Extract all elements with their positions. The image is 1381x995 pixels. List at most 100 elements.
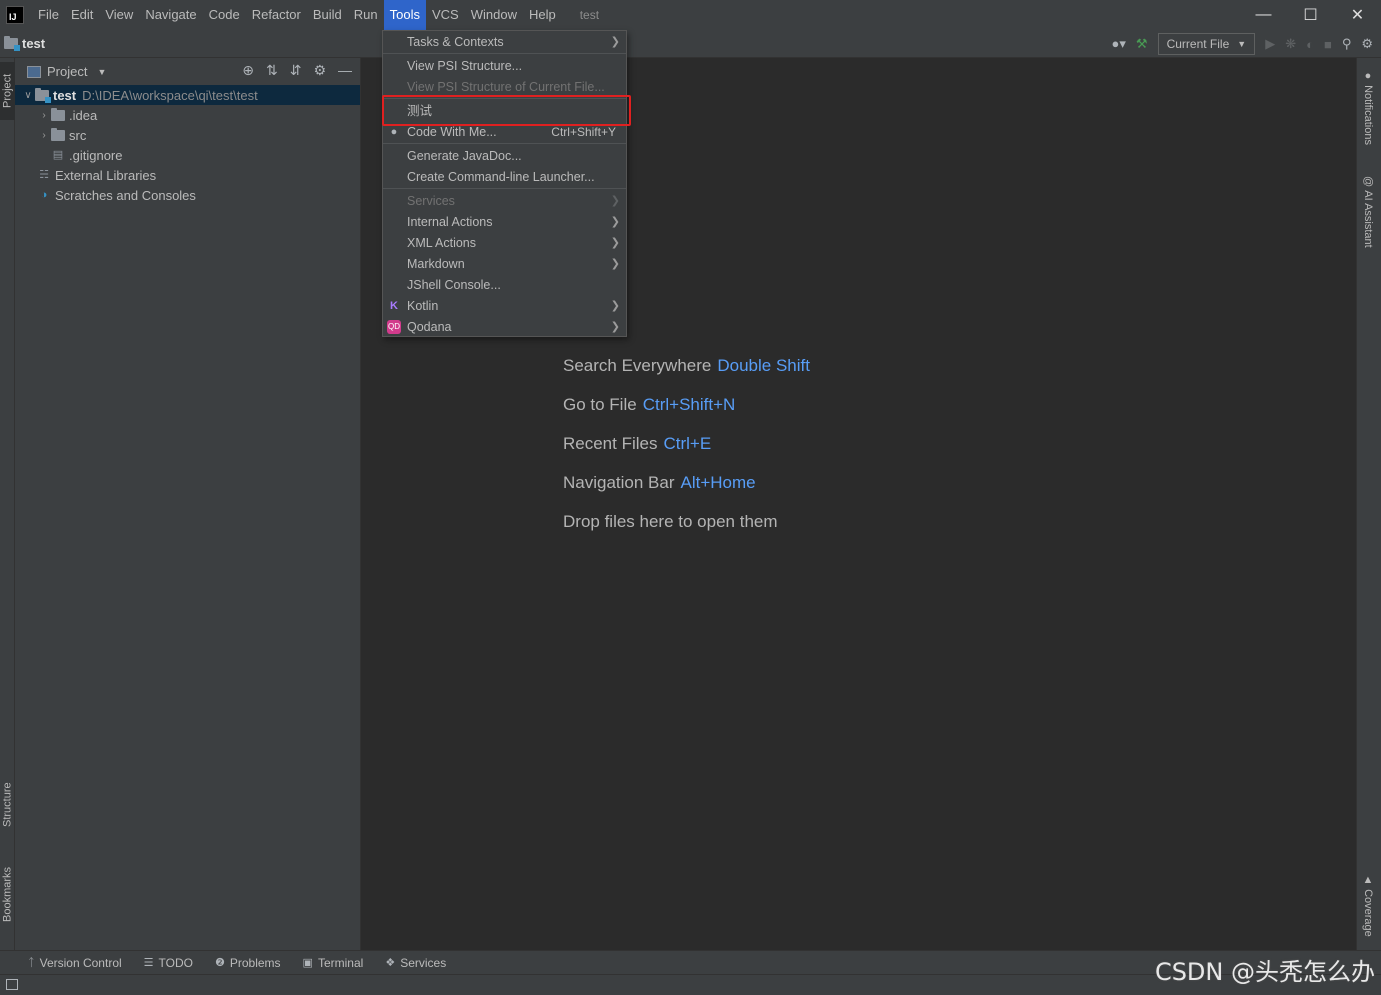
hint-navigation-bar: Navigation Bar Alt+Home xyxy=(563,473,756,493)
shield-icon: ▲ xyxy=(1362,874,1374,890)
chevron-right-icon[interactable]: › xyxy=(37,130,51,141)
tab-coverage-label: Coverage xyxy=(1362,889,1374,937)
breadcrumb-project[interactable]: test xyxy=(4,36,45,51)
menu-window[interactable]: Window xyxy=(465,0,523,30)
tab-bookmarks[interactable]: Bookmarks xyxy=(0,856,15,932)
chevron-right-icon: ❯ xyxy=(610,300,620,312)
close-icon[interactable]: ✕ xyxy=(1334,0,1381,30)
menu-separator xyxy=(383,188,626,189)
hint-label: Search Everywhere xyxy=(563,356,712,375)
minimize-icon[interactable]: — xyxy=(1240,0,1287,30)
menu-item-internal-actions[interactable]: Internal Actions ❯ xyxy=(383,211,626,232)
toggle-tool-windows-icon[interactable] xyxy=(6,979,18,990)
chevron-down-icon: ▼ xyxy=(1237,39,1247,49)
coverage-icon[interactable]: ◐ xyxy=(1306,37,1314,52)
menu-item-label: Generate JavaDoc... xyxy=(407,148,522,163)
expand-all-icon[interactable]: ⇅ xyxy=(266,62,278,79)
tree-item-test[interactable]: ∨ test D:\IDEA\workspace\qi\test\test xyxy=(15,85,360,105)
project-panel-title[interactable]: Project xyxy=(47,64,87,79)
hint-shortcut[interactable]: Ctrl+E xyxy=(663,434,711,453)
tab-ai-assistant-label: AI Assistant xyxy=(1362,190,1374,248)
tab-ai-assistant[interactable]: @ AI Assistant xyxy=(1362,176,1374,248)
hint-go-to-file: Go to File Ctrl+Shift+N xyxy=(563,395,735,415)
tree-item-path: D:\IDEA\workspace\qi\test\test xyxy=(82,87,258,103)
chevron-right-icon: ❯ xyxy=(610,321,620,333)
menu-item-services: Services ❯ xyxy=(383,190,626,211)
menu-item-label: Internal Actions xyxy=(407,214,493,229)
left-tool-strip: Project Structure Bookmarks xyxy=(0,58,15,950)
hide-icon[interactable]: — xyxy=(338,62,352,79)
menu-code[interactable]: Code xyxy=(203,0,246,30)
menu-item-label: View PSI Structure... xyxy=(407,58,523,73)
tree-item-label: Scratches and Consoles xyxy=(55,187,196,203)
hint-shortcut[interactable]: Ctrl+Shift+N xyxy=(643,395,736,414)
menu-help[interactable]: Help xyxy=(523,0,562,30)
tab-terminal[interactable]: ▣ Terminal xyxy=(303,956,364,970)
hint-label: Navigation Bar xyxy=(563,473,675,492)
menu-item-view-psi-structure[interactable]: View PSI Structure... xyxy=(383,55,626,76)
maximize-icon[interactable]: ☐ xyxy=(1287,0,1334,30)
menu-refactor[interactable]: Refactor xyxy=(246,0,307,30)
menu-item-generate-javadoc[interactable]: Generate JavaDoc... xyxy=(383,145,626,166)
tab-label: Services xyxy=(400,955,447,970)
window-controls: — ☐ ✕ xyxy=(1240,0,1381,30)
menu-item-tasks-contexts[interactable]: Tasks & Contexts ❯ xyxy=(383,31,626,52)
tab-structure[interactable]: Structure xyxy=(0,770,15,840)
stop-icon[interactable]: ■ xyxy=(1324,37,1332,52)
run-config-selector[interactable]: Current File ▼ xyxy=(1157,33,1256,55)
menu-build[interactable]: Build xyxy=(307,0,348,30)
tab-services[interactable]: ❖ Services xyxy=(385,956,446,970)
tab-coverage[interactable]: ▲ Coverage xyxy=(1362,874,1374,937)
menu-edit[interactable]: Edit xyxy=(65,0,99,30)
code-with-me-icon: ● xyxy=(390,125,398,138)
tab-notifications[interactable]: ● Notifications xyxy=(1362,70,1374,145)
breadcrumb-project-label: test xyxy=(22,36,46,51)
tab-version-control[interactable]: ᛏ Version Control xyxy=(28,956,122,970)
collapse-all-icon[interactable]: ⇵ xyxy=(290,62,302,79)
tree-item-scratches[interactable]: ◑ Scratches and Consoles xyxy=(15,185,360,205)
menu-item-xml-actions[interactable]: XML Actions ❯ xyxy=(383,232,626,253)
menu-file[interactable]: File xyxy=(32,0,65,30)
build-hammer-icon[interactable]: ⚒ xyxy=(1136,36,1148,52)
tab-project[interactable]: Project xyxy=(0,62,15,120)
menu-item-jshell-console[interactable]: JShell Console... xyxy=(383,274,626,295)
tree-item-external-libraries[interactable]: ☵ External Libraries xyxy=(15,165,360,185)
chevron-right-icon[interactable]: › xyxy=(37,110,51,121)
settings-gear-icon[interactable]: ⚙ xyxy=(1361,36,1373,52)
tab-problems[interactable]: ❷ Problems xyxy=(215,956,281,970)
menu-run[interactable]: Run xyxy=(348,0,384,30)
locate-file-icon[interactable]: ⊕ xyxy=(242,62,254,79)
intellij-logo-icon: IJ xyxy=(6,6,24,24)
run-icon[interactable]: ▶ xyxy=(1265,36,1275,52)
chevron-down-icon[interactable]: ▼ xyxy=(97,67,106,77)
tree-item-idea[interactable]: › .idea xyxy=(15,105,360,125)
menu-item-label: Create Command-line Launcher... xyxy=(407,169,595,184)
tab-todo[interactable]: ☰ TODO xyxy=(144,956,193,970)
menu-item-kotlin[interactable]: K Kotlin ❯ xyxy=(383,295,626,316)
menu-item-qodana[interactable]: QD Qodana ❯ xyxy=(383,316,626,337)
debug-icon[interactable]: ❋ xyxy=(1285,36,1296,52)
menu-item-code-with-me[interactable]: ● Code With Me... Ctrl+Shift+Y xyxy=(383,121,626,142)
tree-item-src[interactable]: › src xyxy=(15,125,360,145)
menu-item-test-custom[interactable]: 测试 xyxy=(383,99,626,120)
menu-navigate[interactable]: Navigate xyxy=(139,0,202,30)
tab-label: Terminal xyxy=(317,955,364,970)
qodana-icon: QD xyxy=(387,319,401,334)
menu-vcs[interactable]: VCS xyxy=(426,0,465,30)
gear-icon[interactable]: ⚙ xyxy=(313,62,326,79)
menu-tools[interactable]: Tools xyxy=(383,0,426,30)
kotlin-icon: K xyxy=(390,299,398,312)
search-icon[interactable]: ⚲ xyxy=(1342,36,1352,52)
menu-item-create-launcher[interactable]: Create Command-line Launcher... xyxy=(383,166,626,187)
menu-item-label: Code With Me... xyxy=(407,124,497,139)
user-icon[interactable]: ●▾ xyxy=(1112,36,1126,52)
menu-item-markdown[interactable]: Markdown ❯ xyxy=(383,253,626,274)
hint-shortcut[interactable]: Alt+Home xyxy=(681,473,756,492)
menu-view[interactable]: View xyxy=(99,0,139,30)
chevron-down-icon[interactable]: ∨ xyxy=(21,90,35,101)
menu-item-label: XML Actions xyxy=(407,235,477,250)
tree-item-gitignore[interactable]: ▤ .gitignore xyxy=(15,145,360,165)
tab-notifications-label: Notifications xyxy=(1362,85,1374,145)
project-panel-tools: ⊕ ⇅ ⇵ ⚙ — xyxy=(242,62,352,79)
hint-shortcut[interactable]: Double Shift xyxy=(717,356,810,375)
